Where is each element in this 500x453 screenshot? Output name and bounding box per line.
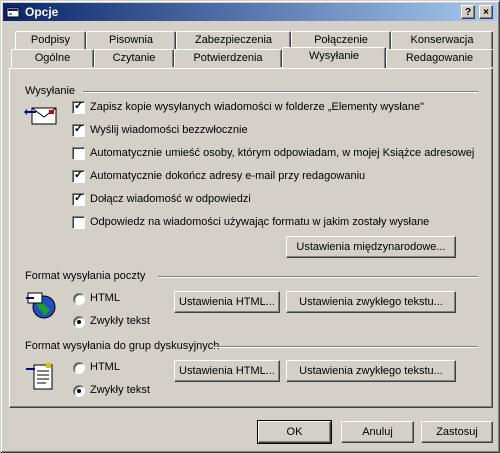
tab-podpisy[interactable]: Podpisy: [15, 31, 86, 49]
include-message-label: Dołącz wiadomość w odpowiedzi: [90, 193, 251, 205]
include-message-checkbox[interactable]: ✓: [72, 192, 85, 206]
newsgroup-icon: [26, 363, 53, 390]
checkmark-icon: ✓: [74, 100, 84, 112]
news-plain-label: Zwykły tekst: [90, 384, 150, 396]
send-mail-icon: [24, 107, 57, 125]
tab-konserwacja[interactable]: Konserwacja: [391, 31, 493, 49]
mail-html-label: HTML: [90, 292, 120, 304]
group-divider: [83, 91, 478, 93]
mail-plain-radio[interactable]: [73, 316, 85, 328]
radio-dot-icon: [77, 320, 81, 324]
tab-czytanie[interactable]: Czytanie: [94, 49, 174, 67]
mail-html-radio[interactable]: [73, 293, 85, 305]
reply-same-format-checkbox[interactable]: [72, 216, 85, 229]
send-immediately-checkbox[interactable]: ✓: [72, 123, 85, 137]
mail-format-title: Format wysyłania poczty: [25, 270, 146, 282]
options-dialog: Opcje ? × Podpisy Pisownia Zabezpieczeni…: [0, 0, 500, 453]
reply-same-format-label: Odpowiedz na wiadomości używając formatu…: [90, 216, 430, 228]
autocomplete-label: Automatycznie dokończ adresy e-mail przy…: [90, 170, 366, 182]
tab-panel: Wysyłanie ✓ Zapisz kopie wysyłanych wiad…: [9, 68, 493, 408]
news-html-settings-button[interactable]: Ustawienia HTML...: [174, 360, 280, 382]
checkmark-icon: ✓: [74, 169, 84, 181]
mail-plain-settings-button[interactable]: Ustawienia zwykłego tekstu...: [286, 291, 456, 313]
close-button[interactable]: ×: [479, 5, 493, 19]
tab-zabezpieczenia[interactable]: Zabezpieczenia: [176, 31, 291, 49]
add-to-address-book-label: Automatycznie umieść osoby, którym odpow…: [90, 147, 475, 159]
tab-pisownia[interactable]: Pisownia: [86, 31, 176, 49]
news-html-radio[interactable]: [73, 362, 85, 374]
sending-group-title: Wysyłanie: [25, 85, 76, 97]
save-copies-label: Zapisz kopie wysyłanych wiadomości w fol…: [90, 101, 425, 113]
news-format-title: Format wysyłania do grup dyskusyjnych: [25, 340, 220, 352]
tab-wysylanie[interactable]: Wysyłanie: [282, 47, 386, 68]
news-plain-settings-button[interactable]: Ustawienia zwykłego tekstu...: [286, 360, 456, 382]
title-bar: Opcje ? ×: [3, 3, 497, 21]
checkmark-icon: ✓: [74, 123, 84, 135]
group-divider: [213, 346, 478, 348]
mail-plain-label: Zwykły tekst: [90, 315, 150, 327]
tab-ogolne[interactable]: Ogólne: [11, 49, 94, 67]
send-immediately-label: Wyślij wiadomości bezzwłocznie: [90, 124, 248, 136]
tab-redagowanie[interactable]: Redagowanie: [386, 49, 493, 67]
apply-button[interactable]: Zastosuj: [421, 421, 493, 443]
news-plain-radio[interactable]: [73, 385, 85, 397]
mail-globe-icon: [26, 292, 56, 319]
checkmark-icon: ✓: [74, 192, 84, 204]
international-settings-button[interactable]: Ustawienia międzynarodowe...: [286, 236, 456, 258]
mail-html-settings-button[interactable]: Ustawienia HTML...: [174, 291, 280, 313]
ok-button[interactable]: OK: [257, 420, 332, 444]
autocomplete-checkbox[interactable]: ✓: [72, 169, 85, 183]
help-button[interactable]: ?: [461, 5, 475, 19]
radio-dot-icon: [77, 389, 81, 393]
save-copies-checkbox[interactable]: ✓: [72, 100, 85, 114]
options-window-icon: [6, 7, 20, 18]
news-html-label: HTML: [90, 361, 120, 373]
group-divider: [158, 276, 478, 278]
add-to-address-book-checkbox[interactable]: [72, 147, 85, 160]
tab-potwierdzenia[interactable]: Potwierdzenia: [174, 49, 282, 67]
cancel-button[interactable]: Anuluj: [341, 421, 414, 443]
window-title: Opcje: [25, 5, 59, 19]
